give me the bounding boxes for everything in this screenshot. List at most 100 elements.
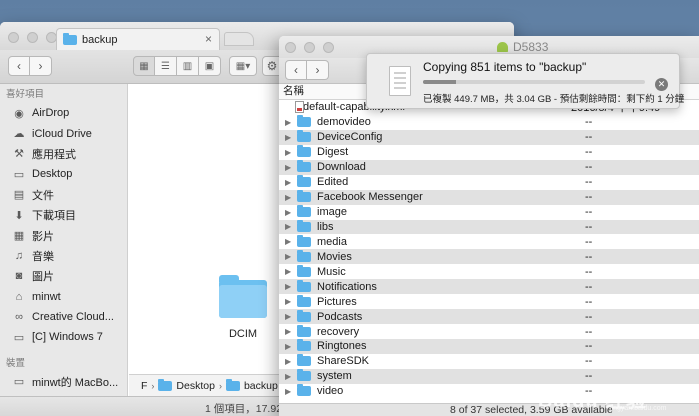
sidebar-item-label: 影片 (32, 230, 54, 243)
dcim-folder-icon[interactable] (219, 275, 267, 318)
tab-close-icon[interactable]: × (205, 32, 212, 46)
list-view-button[interactable]: ☰ (155, 56, 177, 76)
disclosure-triangle-icon[interactable]: ▶ (285, 297, 295, 306)
back-button[interactable]: ‹ (285, 60, 307, 80)
sidebar-item-label: 文件 (32, 189, 54, 202)
disclosure-triangle-icon[interactable]: ▶ (285, 178, 295, 187)
disclosure-triangle-icon[interactable]: ▶ (285, 118, 295, 127)
cancel-copy-icon[interactable]: ✕ (655, 78, 668, 91)
device-name: D5833 (513, 40, 549, 54)
disclosure-triangle-icon[interactable]: ▶ (285, 327, 295, 336)
sidebar-item-favorites-5[interactable]: ⬇ 下載項目 (0, 205, 127, 225)
path-bar: F › Desktop › backup (129, 374, 279, 396)
sidebar-item-favorites-8[interactable]: ◙ 圖片 (0, 266, 127, 286)
disclosure-triangle-icon[interactable]: ▶ (285, 222, 295, 231)
disclosure-triangle-icon[interactable]: ▶ (285, 282, 295, 291)
folder-icon: ▭ (13, 331, 25, 344)
folder-name: DeviceConfig (317, 131, 383, 144)
folder-icon (297, 339, 311, 352)
disclosure-triangle-icon[interactable]: ▶ (285, 163, 295, 172)
folder-row[interactable]: ▶ Music -- (279, 264, 699, 279)
forward-button[interactable]: › (30, 56, 52, 76)
folder-row[interactable]: ▶ Download -- (279, 159, 699, 175)
folder-name: Download (317, 161, 366, 174)
icon-view-button[interactable]: ▦ (133, 56, 155, 76)
folder-row[interactable]: ▶ demovideo -- (279, 115, 699, 130)
disclosure-triangle-icon[interactable]: ▶ (285, 312, 295, 321)
disclosure-triangle-icon[interactable]: ▶ (285, 357, 295, 366)
disclosure-triangle-icon[interactable]: ▶ (285, 252, 295, 261)
tab-backup[interactable]: backup × (56, 28, 220, 50)
disclosure-triangle-icon[interactable]: ▶ (285, 208, 295, 217)
back-button[interactable]: ‹ (8, 56, 30, 76)
folder-row[interactable]: ▶ Pictures -- (279, 294, 699, 309)
folder-row[interactable]: ▶ Notifications -- (279, 279, 699, 295)
sidebar-item-devices-0[interactable]: ▭ minwt的 MacBo... (0, 372, 127, 392)
path-root[interactable]: F (141, 380, 147, 392)
sidebar-item-favorites-11[interactable]: ▭ [C] Windows 7 (0, 327, 127, 347)
sidebar-item-label: 下載項目 (32, 210, 76, 223)
folder-row[interactable]: ▶ Movies -- (279, 249, 699, 265)
folder-icon (297, 384, 311, 397)
folder-row[interactable]: ▶ media -- (279, 234, 699, 249)
forward-button[interactable]: › (307, 60, 329, 80)
path-segment-desktop[interactable]: Desktop (176, 380, 215, 392)
minimize-window-button[interactable] (27, 32, 38, 43)
sidebar-item-label: 應用程式 (32, 148, 76, 161)
folder-row[interactable]: ▶ DeviceConfig -- (279, 129, 699, 145)
disclosure-triangle-icon[interactable]: ▶ (285, 342, 295, 351)
desktop-icon: ▭ (13, 168, 25, 181)
sidebar-item-favorites-10[interactable]: ∞ Creative Cloud... (0, 307, 127, 327)
sidebar-item-favorites-0[interactable]: ◉ AirDrop (0, 103, 127, 123)
disclosure-triangle-icon[interactable]: ▶ (285, 387, 295, 396)
finder-sidebar: 喜好項目 ◉ AirDrop ☁ iCloud Drive ⚒ 應用程式 ▭ Desktop ▤… (0, 84, 128, 416)
xml-file-icon (295, 101, 304, 113)
disclosure-triangle-icon[interactable]: ▶ (285, 133, 295, 142)
close-window-button[interactable] (285, 42, 296, 53)
folder-row[interactable]: ▶ ShareSDK -- (279, 354, 699, 369)
window-controls (285, 42, 334, 53)
folder-row[interactable]: ▶ image -- (279, 205, 699, 220)
zoom-window-button[interactable] (323, 42, 334, 53)
sidebar-item-favorites-2[interactable]: ⚒ 應用程式 (0, 144, 127, 164)
sidebar-item-favorites-3[interactable]: ▭ Desktop (0, 164, 127, 184)
sidebar-item-label: Desktop (32, 168, 73, 181)
disclosure-triangle-icon[interactable]: ▶ (285, 193, 295, 202)
folder-icon (297, 234, 311, 247)
folder-row[interactable]: ▶ Ringtones -- (279, 339, 699, 354)
minimize-window-button[interactable] (304, 42, 315, 53)
android-icon (497, 42, 508, 52)
pictures-icon: ◙ (15, 270, 23, 283)
sidebar-favorites-list: ◉ AirDrop ☁ iCloud Drive ⚒ 應用程式 ▭ Desktop ▤ 文件 ⬇ 下載… (0, 103, 127, 348)
sidebar-item-favorites-6[interactable]: ▦ 影片 (0, 225, 127, 245)
tab-title: backup (82, 33, 118, 46)
view-mode-buttons: ▦ ☰ ▥ ▣ (133, 56, 221, 76)
folder-row[interactable]: ▶ Edited -- (279, 175, 699, 190)
sidebar-item-favorites-4[interactable]: ▤ 文件 (0, 185, 127, 205)
disclosure-triangle-icon[interactable]: ▶ (285, 237, 295, 246)
folder-row[interactable]: ▶ Digest -- (279, 145, 699, 160)
sidebar-item-favorites-1[interactable]: ☁ iCloud Drive (0, 123, 127, 143)
new-tab-button[interactable] (224, 32, 254, 46)
folder-icon (225, 378, 240, 391)
sidebar-item-favorites-9[interactable]: ⌂ minwt (0, 287, 127, 307)
folder-row[interactable]: ▶ Podcasts -- (279, 309, 699, 325)
arrange-button[interactable]: ▦▾ (229, 56, 257, 76)
dcim-folder-label[interactable]: DCIM (223, 328, 263, 340)
folder-row[interactable]: ▶ libs -- (279, 219, 699, 235)
folder-icon (297, 175, 311, 188)
cover-flow-button[interactable]: ▣ (199, 56, 221, 76)
folder-row[interactable]: ▶ recovery -- (279, 324, 699, 339)
column-view-button[interactable]: ▥ (177, 56, 199, 76)
folder-name: ShareSDK (317, 355, 369, 368)
chevron-right-icon: › (151, 380, 155, 391)
folder-row[interactable]: ▶ Facebook Messenger -- (279, 189, 699, 205)
path-segment-backup[interactable]: backup (244, 380, 278, 392)
folder-icon (63, 32, 77, 45)
disclosure-triangle-icon[interactable]: ▶ (285, 148, 295, 157)
disclosure-triangle-icon[interactable]: ▶ (285, 267, 295, 276)
disclosure-triangle-icon[interactable]: ▶ (285, 372, 295, 381)
sidebar-item-favorites-7[interactable]: ♫ 音樂 (0, 246, 127, 266)
close-window-button[interactable] (8, 32, 19, 43)
folder-row[interactable]: ▶ system -- (279, 368, 699, 384)
